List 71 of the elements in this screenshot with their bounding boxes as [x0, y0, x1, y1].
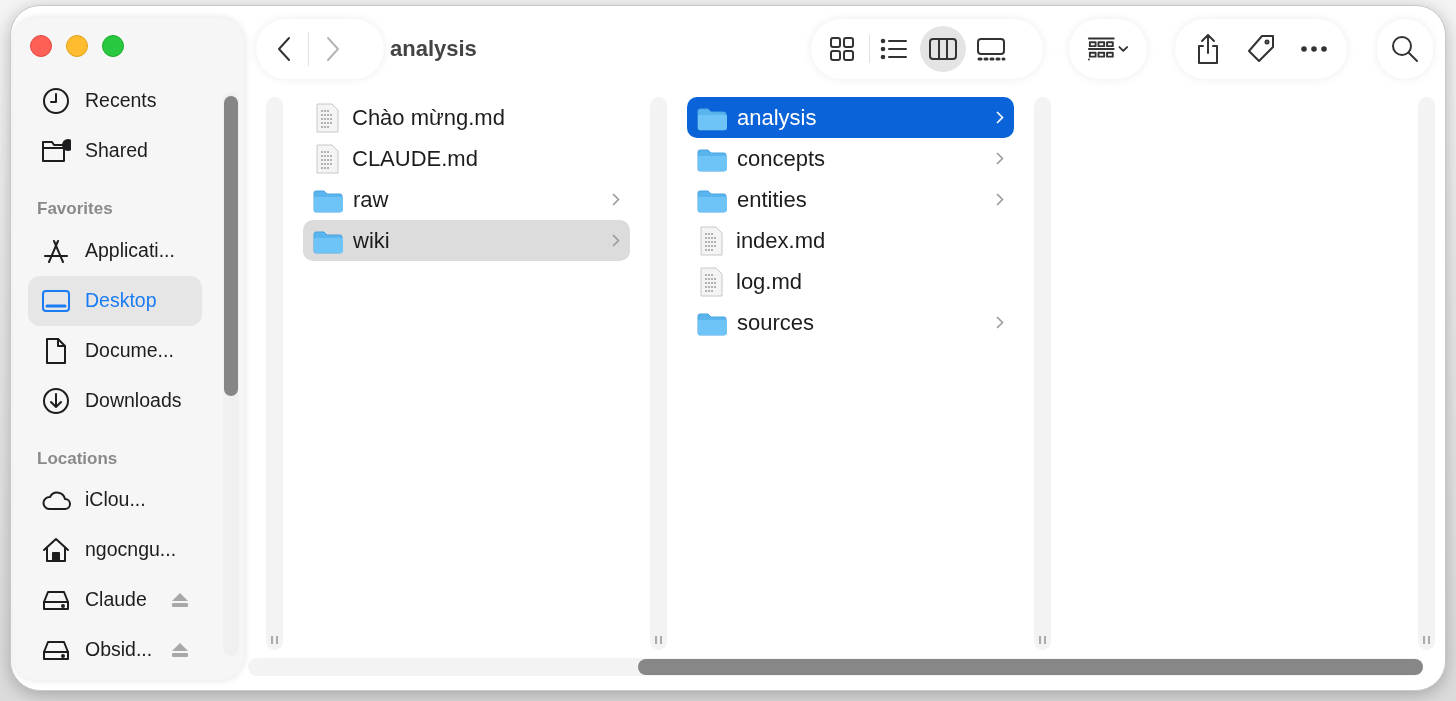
chevron-icon [612, 234, 620, 247]
file-name: raw [353, 186, 389, 214]
file-name: sources [737, 309, 815, 337]
file-name: log.md [736, 268, 803, 296]
sidebar-item[interactable]: Recents [28, 76, 202, 126]
chevron-icon [996, 316, 1004, 329]
resize-handle[interactable] [655, 636, 662, 644]
item-label: Obsid... [85, 637, 153, 663]
chevron-icon [612, 193, 620, 206]
item-label: Claude [85, 587, 147, 613]
file-row[interactable]: entities [687, 179, 1014, 220]
resize-handle[interactable] [271, 636, 278, 644]
item-label: Applicati... [85, 237, 175, 263]
item-label: Recents [85, 88, 157, 114]
chevron-icon [996, 152, 1004, 165]
gallery-view-icon [976, 35, 1006, 62]
zoom-button[interactable] [102, 35, 124, 57]
search-icon [1391, 34, 1419, 63]
file-name: concepts [737, 145, 826, 173]
eject-icon[interactable] [172, 643, 188, 657]
scrollbar[interactable] [223, 92, 239, 656]
minimize-button[interactable] [66, 35, 88, 57]
scrollbar[interactable] [248, 658, 1423, 676]
file-name: wiki [353, 227, 390, 255]
item-label: Downloads [85, 387, 182, 413]
window-title: analysis [390, 35, 477, 63]
file-row[interactable]: index.md [687, 220, 1014, 261]
file-name: CLAUDE.md [352, 145, 478, 173]
chevron-icon [996, 111, 1004, 124]
file-name: Chào mừng.md [352, 104, 505, 132]
home-icon [41, 536, 71, 564]
sidebar-item[interactable]: Obsid... [28, 625, 202, 675]
section-heading: Favorites [36, 198, 114, 220]
sidebar-item[interactable]: Applicati... [28, 225, 202, 276]
view-mode-button[interactable] [920, 25, 966, 72]
item-label: Docume... [85, 337, 174, 363]
file-row[interactable]: CLAUDE.md [303, 138, 630, 179]
file-row[interactable]: Chào mừng.md [303, 97, 630, 138]
download-icon [41, 386, 71, 415]
clock-icon [41, 87, 71, 115]
resize-handle[interactable] [1039, 636, 1046, 644]
more-icon [1300, 44, 1328, 53]
sidebar-item[interactable]: Docume... [28, 325, 202, 376]
item-label: Shared [85, 138, 148, 164]
file-row[interactable]: wiki [303, 220, 630, 261]
file-row[interactable]: concepts [687, 138, 1014, 179]
resize-handle[interactable] [1423, 636, 1430, 644]
tag-icon [1246, 33, 1276, 64]
column-view-icon [928, 35, 958, 62]
sidebar-item[interactable]: Shared [28, 126, 202, 176]
shared-folder-icon [41, 137, 71, 165]
file-name: index.md [736, 227, 826, 255]
close-button[interactable] [30, 35, 52, 57]
chevron-icon [996, 193, 1004, 206]
item-label: ngocngu... [85, 537, 177, 563]
file-name: analysis [737, 104, 817, 132]
sidebar-item[interactable]: Claude [28, 575, 202, 625]
file-row[interactable]: analysis [687, 97, 1014, 138]
sidebar-item[interactable]: iClou... [28, 475, 202, 525]
sidebar-item[interactable]: ngocngu... [28, 525, 202, 575]
item-label: iClou... [85, 487, 146, 513]
file-row[interactable]: log.md [687, 261, 1014, 302]
eject-icon[interactable] [172, 593, 188, 607]
sidebar-item[interactable]: Downloads [28, 375, 202, 426]
section-heading: Locations [36, 447, 119, 470]
file-row[interactable]: raw [303, 179, 630, 220]
file-name: entities [737, 186, 807, 214]
group-icon [1087, 35, 1129, 62]
share-icon [1195, 32, 1221, 65]
file-row[interactable]: sources [687, 302, 1014, 343]
item-label: Desktop [85, 287, 157, 313]
